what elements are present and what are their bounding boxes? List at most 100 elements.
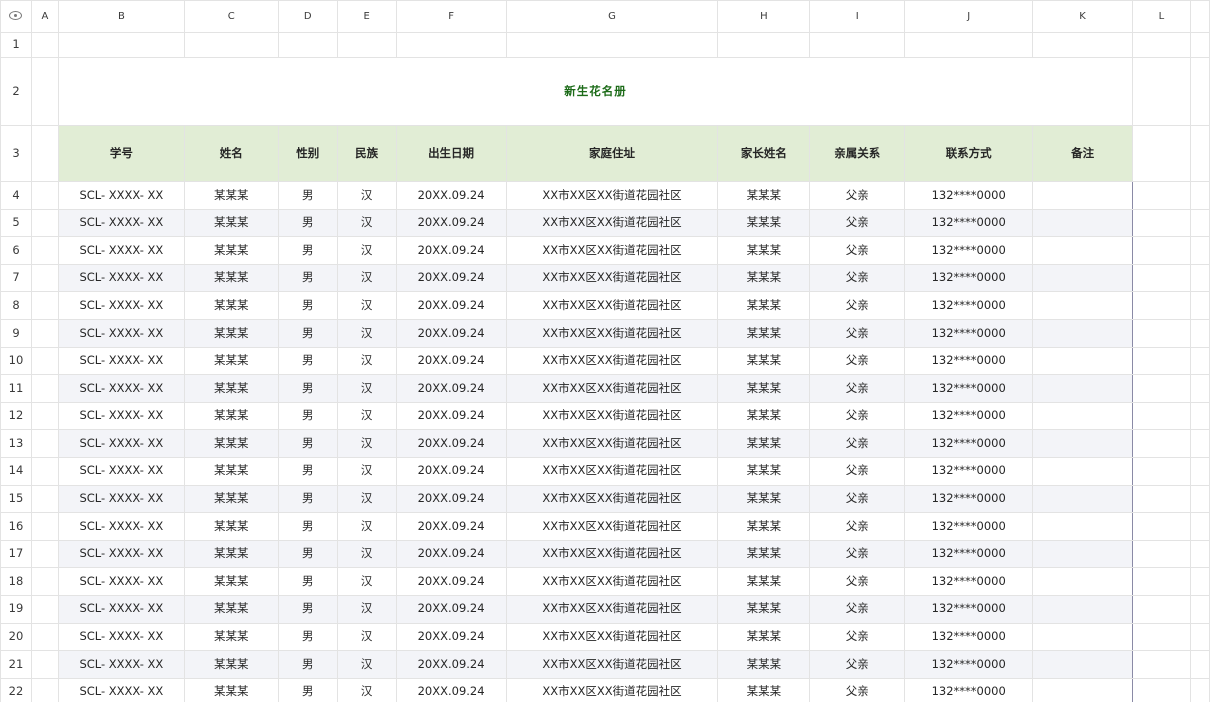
name-cell[interactable]: 某某某 — [183, 456, 279, 486]
contact-cell[interactable]: 132****0000 — [904, 456, 1034, 486]
gender-cell[interactable]: 男 — [277, 512, 338, 541]
cell[interactable] — [30, 236, 59, 265]
row-number[interactable]: 12 — [0, 401, 32, 431]
cell[interactable] — [30, 374, 59, 403]
eye-icon[interactable] — [9, 11, 23, 21]
birth-date-cell[interactable]: 20XX.09.24 — [395, 208, 507, 238]
cell[interactable] — [1132, 484, 1191, 514]
contact-cell[interactable]: 132****0000 — [904, 401, 1034, 431]
cell[interactable] — [1132, 539, 1191, 569]
address-cell[interactable]: XX市XX区XX街道花园社区 — [505, 263, 719, 293]
notes-cell[interactable] — [1032, 346, 1134, 376]
cell[interactable] — [1189, 263, 1210, 293]
column-header-b[interactable]: B — [57, 0, 185, 33]
relationship-cell[interactable]: 父亲 — [809, 456, 906, 486]
birth-date-cell[interactable]: 20XX.09.24 — [395, 318, 507, 348]
row-number[interactable]: 1 — [0, 32, 32, 58]
cell[interactable] — [30, 456, 59, 486]
student-id-cell[interactable]: SCL- XXXX- XX — [57, 567, 185, 596]
header-ethnicity[interactable]: 民族 — [336, 125, 397, 182]
cell[interactable] — [505, 32, 719, 58]
address-cell[interactable]: XX市XX区XX街道花园社区 — [505, 374, 719, 403]
ethnicity-cell[interactable]: 汉 — [336, 622, 397, 652]
cell[interactable] — [1189, 291, 1210, 320]
parent-name-cell[interactable]: 某某某 — [717, 484, 811, 514]
parent-name-cell[interactable]: 某某某 — [717, 650, 811, 679]
row-number[interactable]: 2 — [0, 57, 32, 126]
cell[interactable] — [30, 594, 59, 624]
student-id-cell[interactable]: SCL- XXXX- XX — [57, 484, 185, 514]
name-cell[interactable]: 某某某 — [183, 622, 279, 652]
birth-date-cell[interactable]: 20XX.09.24 — [395, 622, 507, 652]
student-id-cell[interactable]: SCL- XXXX- XX — [57, 208, 185, 238]
notes-cell[interactable] — [1032, 539, 1134, 569]
parent-name-cell[interactable]: 某某某 — [717, 512, 811, 541]
contact-cell[interactable]: 132****0000 — [904, 484, 1034, 514]
cell[interactable] — [1189, 208, 1210, 238]
notes-cell[interactable] — [1032, 263, 1134, 293]
relationship-cell[interactable]: 父亲 — [809, 512, 906, 541]
cell[interactable] — [30, 181, 59, 210]
cell[interactable] — [30, 622, 59, 652]
contact-cell[interactable]: 132****0000 — [904, 650, 1034, 679]
address-cell[interactable]: XX市XX区XX街道花园社区 — [505, 594, 719, 624]
notes-cell[interactable] — [1032, 181, 1134, 210]
gender-cell[interactable]: 男 — [277, 318, 338, 348]
cell[interactable] — [1132, 594, 1191, 624]
cell[interactable] — [395, 32, 507, 58]
contact-cell[interactable]: 132****0000 — [904, 181, 1034, 210]
address-cell[interactable]: XX市XX区XX街道花园社区 — [505, 622, 719, 652]
column-header-k[interactable]: K — [1032, 0, 1134, 33]
parent-name-cell[interactable]: 某某某 — [717, 401, 811, 431]
sheet-title[interactable]: 新生花名册 — [57, 57, 1134, 126]
notes-cell[interactable] — [1032, 650, 1134, 679]
address-cell[interactable]: XX市XX区XX街道花园社区 — [505, 484, 719, 514]
row-number[interactable]: 22 — [0, 677, 32, 702]
cell[interactable] — [30, 567, 59, 596]
gender-cell[interactable]: 男 — [277, 263, 338, 293]
birth-date-cell[interactable]: 20XX.09.24 — [395, 456, 507, 486]
name-cell[interactable]: 某某某 — [183, 401, 279, 431]
gender-cell[interactable]: 男 — [277, 594, 338, 624]
cell[interactable] — [30, 512, 59, 541]
address-cell[interactable]: XX市XX区XX街道花园社区 — [505, 181, 719, 210]
row-number[interactable]: 5 — [0, 208, 32, 238]
parent-name-cell[interactable]: 某某某 — [717, 291, 811, 320]
name-cell[interactable]: 某某某 — [183, 650, 279, 679]
cell[interactable] — [30, 57, 59, 126]
ethnicity-cell[interactable]: 汉 — [336, 263, 397, 293]
cell[interactable] — [1132, 622, 1191, 652]
contact-cell[interactable]: 132****0000 — [904, 429, 1034, 458]
cell[interactable] — [30, 263, 59, 293]
cell[interactable] — [1132, 346, 1191, 376]
column-header-e[interactable]: E — [336, 0, 397, 33]
header-birth-date[interactable]: 出生日期 — [395, 125, 507, 182]
header-home-address[interactable]: 家庭住址 — [505, 125, 719, 182]
parent-name-cell[interactable]: 某某某 — [717, 594, 811, 624]
cell[interactable] — [1189, 567, 1210, 596]
notes-cell[interactable] — [1032, 318, 1134, 348]
relationship-cell[interactable]: 父亲 — [809, 429, 906, 458]
birth-date-cell[interactable]: 20XX.09.24 — [395, 346, 507, 376]
header-student-id[interactable]: 学号 — [57, 125, 185, 182]
ethnicity-cell[interactable]: 汉 — [336, 181, 397, 210]
name-cell[interactable]: 某某某 — [183, 429, 279, 458]
column-header-j[interactable]: J — [904, 0, 1034, 33]
contact-cell[interactable]: 132****0000 — [904, 374, 1034, 403]
name-cell[interactable]: 某某某 — [183, 677, 279, 702]
student-id-cell[interactable]: SCL- XXXX- XX — [57, 622, 185, 652]
name-cell[interactable]: 某某某 — [183, 594, 279, 624]
ethnicity-cell[interactable]: 汉 — [336, 650, 397, 679]
cell[interactable] — [809, 32, 906, 58]
cell[interactable] — [1132, 57, 1191, 126]
birth-date-cell[interactable]: 20XX.09.24 — [395, 401, 507, 431]
cell[interactable] — [1032, 32, 1134, 58]
birth-date-cell[interactable]: 20XX.09.24 — [395, 291, 507, 320]
relationship-cell[interactable]: 父亲 — [809, 401, 906, 431]
row-number[interactable]: 6 — [0, 236, 32, 265]
relationship-cell[interactable]: 父亲 — [809, 567, 906, 596]
column-header-d[interactable]: D — [277, 0, 338, 33]
relationship-cell[interactable]: 父亲 — [809, 208, 906, 238]
cell[interactable] — [1189, 236, 1210, 265]
column-header-a[interactable]: A — [30, 0, 59, 33]
